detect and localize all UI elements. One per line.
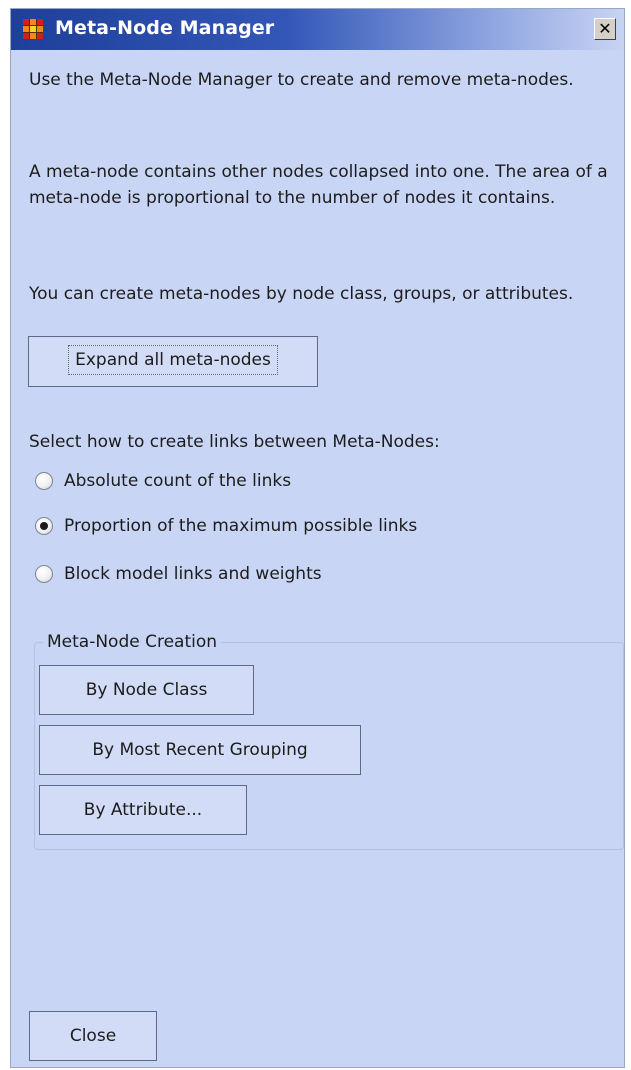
by-attribute-button[interactable]: By Attribute... bbox=[39, 785, 247, 835]
radio-button-selected[interactable] bbox=[35, 517, 53, 535]
radio-block-model[interactable]: Block model links and weights bbox=[35, 561, 322, 587]
by-node-class-button[interactable]: By Node Class bbox=[39, 665, 254, 715]
link-method-prompt: Select how to create links between Meta-… bbox=[29, 432, 440, 452]
window-title: Meta-Node Manager bbox=[55, 17, 275, 39]
title-bar[interactable]: Meta-Node Manager ✕ bbox=[11, 9, 624, 50]
expand-all-meta-nodes-button[interactable]: Expand all meta-nodes bbox=[28, 336, 318, 387]
radio-absolute-count[interactable]: Absolute count of the links bbox=[35, 468, 291, 494]
radio-button[interactable] bbox=[35, 565, 53, 583]
meta-node-manager-window: Meta-Node Manager ✕ Use the Meta-Node Ma… bbox=[10, 8, 625, 1068]
by-most-recent-grouping-button[interactable]: By Most Recent Grouping bbox=[39, 725, 361, 775]
radio-label: Block model links and weights bbox=[64, 564, 322, 584]
radio-button[interactable] bbox=[35, 472, 53, 490]
radio-label: Absolute count of the links bbox=[64, 471, 292, 491]
radio-proportion-max[interactable]: Proportion of the maximum possible links bbox=[35, 513, 417, 539]
close-icon[interactable]: ✕ bbox=[594, 18, 616, 40]
radio-label: Proportion of the maximum possible links bbox=[64, 516, 418, 536]
intro-text: Use the Meta-Node Manager to create and … bbox=[29, 70, 574, 90]
expand-all-label: Expand all meta-nodes bbox=[68, 345, 278, 375]
close-button[interactable]: Close bbox=[29, 1011, 157, 1061]
meta-node-creation-title: Meta-Node Creation bbox=[43, 629, 222, 655]
meta-node-explanation-text: A meta-node contains other nodes collaps… bbox=[29, 162, 608, 208]
creation-hint-text: You can create meta-nodes by node class,… bbox=[29, 284, 574, 304]
meta-node-grid-icon bbox=[23, 19, 43, 39]
